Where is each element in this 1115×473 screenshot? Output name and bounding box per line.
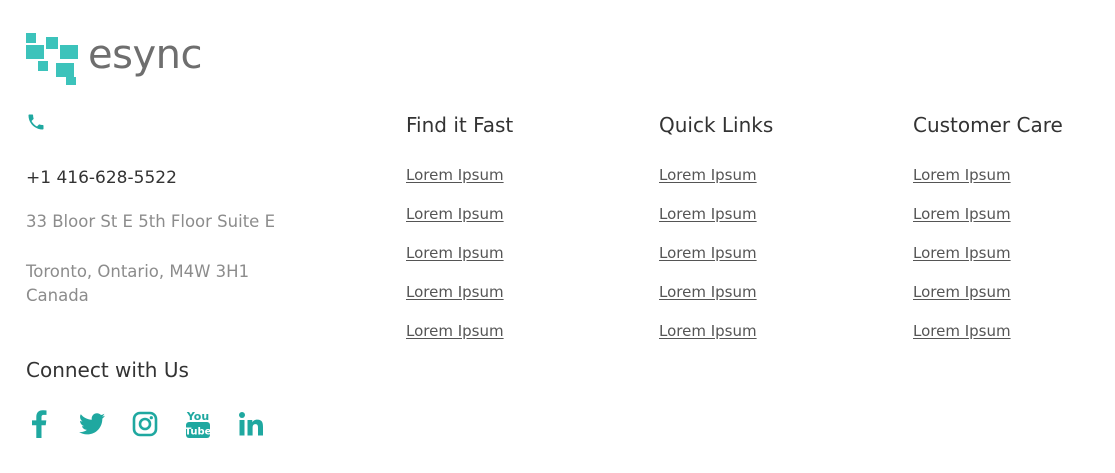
footer-link[interactable]: Lorem Ipsum [913, 244, 1011, 262]
list-item: Lorem Ipsum [406, 204, 513, 243]
connect-title: Connect with Us [26, 358, 189, 382]
social-links: You Tube [24, 408, 289, 440]
facebook-icon[interactable] [24, 408, 54, 440]
svg-text:Tube: Tube [185, 427, 211, 438]
footer-column-customer-care: Customer Care Lorem Ipsum Lorem Ipsum Lo… [913, 111, 1063, 360]
list-item: Lorem Ipsum [659, 204, 773, 243]
address-city-country: Toronto, Ontario, M4W 3H1 Canada [26, 260, 249, 308]
list-item: Lorem Ipsum [406, 282, 513, 321]
address-line-3: Canada [26, 286, 89, 305]
footer-link[interactable]: Lorem Ipsum [659, 283, 757, 301]
column-heading: Customer Care [913, 113, 1063, 137]
footer-link[interactable]: Lorem Ipsum [913, 322, 1011, 340]
footer-column-find-it-fast: Find it Fast Lorem Ipsum Lorem Ipsum Lor… [406, 111, 513, 360]
linkedin-icon[interactable] [236, 408, 266, 440]
list-item: Lorem Ipsum [659, 165, 773, 204]
list-item: Lorem Ipsum [913, 165, 1063, 204]
footer-link[interactable]: Lorem Ipsum [406, 244, 504, 262]
footer-link[interactable]: Lorem Ipsum [659, 205, 757, 223]
footer-column-quick-links: Quick Links Lorem Ipsum Lorem Ipsum Lore… [659, 111, 773, 360]
footer-link[interactable]: Lorem Ipsum [406, 166, 504, 184]
instagram-icon[interactable] [130, 408, 160, 440]
link-list: Lorem Ipsum Lorem Ipsum Lorem Ipsum Lore… [659, 165, 773, 360]
phone-icon [28, 114, 44, 130]
twitter-icon[interactable] [77, 408, 107, 440]
footer-link[interactable]: Lorem Ipsum [913, 283, 1011, 301]
footer-link[interactable]: Lorem Ipsum [406, 205, 504, 223]
svg-text:You: You [186, 410, 209, 423]
phone-number[interactable]: +1 416-628-5522 [26, 168, 177, 188]
footer-link[interactable]: Lorem Ipsum [913, 205, 1011, 223]
list-item: Lorem Ipsum [659, 321, 773, 360]
list-item: Lorem Ipsum [913, 282, 1063, 321]
address-line-1: 33 Bloor St E 5th Floor Suite E [26, 212, 275, 231]
list-item: Lorem Ipsum [913, 243, 1063, 282]
list-item: Lorem Ipsum [406, 165, 513, 204]
footer-link[interactable]: Lorem Ipsum [659, 244, 757, 262]
link-list: Lorem Ipsum Lorem Ipsum Lorem Ipsum Lore… [406, 165, 513, 360]
footer-link[interactable]: Lorem Ipsum [406, 283, 504, 301]
list-item: Lorem Ipsum [406, 321, 513, 360]
footer-link[interactable]: Lorem Ipsum [913, 166, 1011, 184]
footer-link[interactable]: Lorem Ipsum [659, 166, 757, 184]
logo-mark-icon [26, 33, 78, 85]
brand-name: esync [88, 32, 202, 78]
youtube-icon[interactable]: You Tube [183, 408, 213, 440]
list-item: Lorem Ipsum [659, 243, 773, 282]
footer-link[interactable]: Lorem Ipsum [659, 322, 757, 340]
list-item: Lorem Ipsum [406, 243, 513, 282]
brand-logo[interactable]: esync [26, 33, 202, 85]
address-line-2: Toronto, Ontario, M4W 3H1 [26, 262, 250, 281]
list-item: Lorem Ipsum [913, 321, 1063, 360]
link-list: Lorem Ipsum Lorem Ipsum Lorem Ipsum Lore… [913, 165, 1063, 360]
list-item: Lorem Ipsum [659, 282, 773, 321]
column-heading: Find it Fast [406, 113, 514, 137]
footer-link[interactable]: Lorem Ipsum [406, 322, 504, 340]
column-heading: Quick Links [659, 113, 774, 137]
list-item: Lorem Ipsum [913, 204, 1063, 243]
